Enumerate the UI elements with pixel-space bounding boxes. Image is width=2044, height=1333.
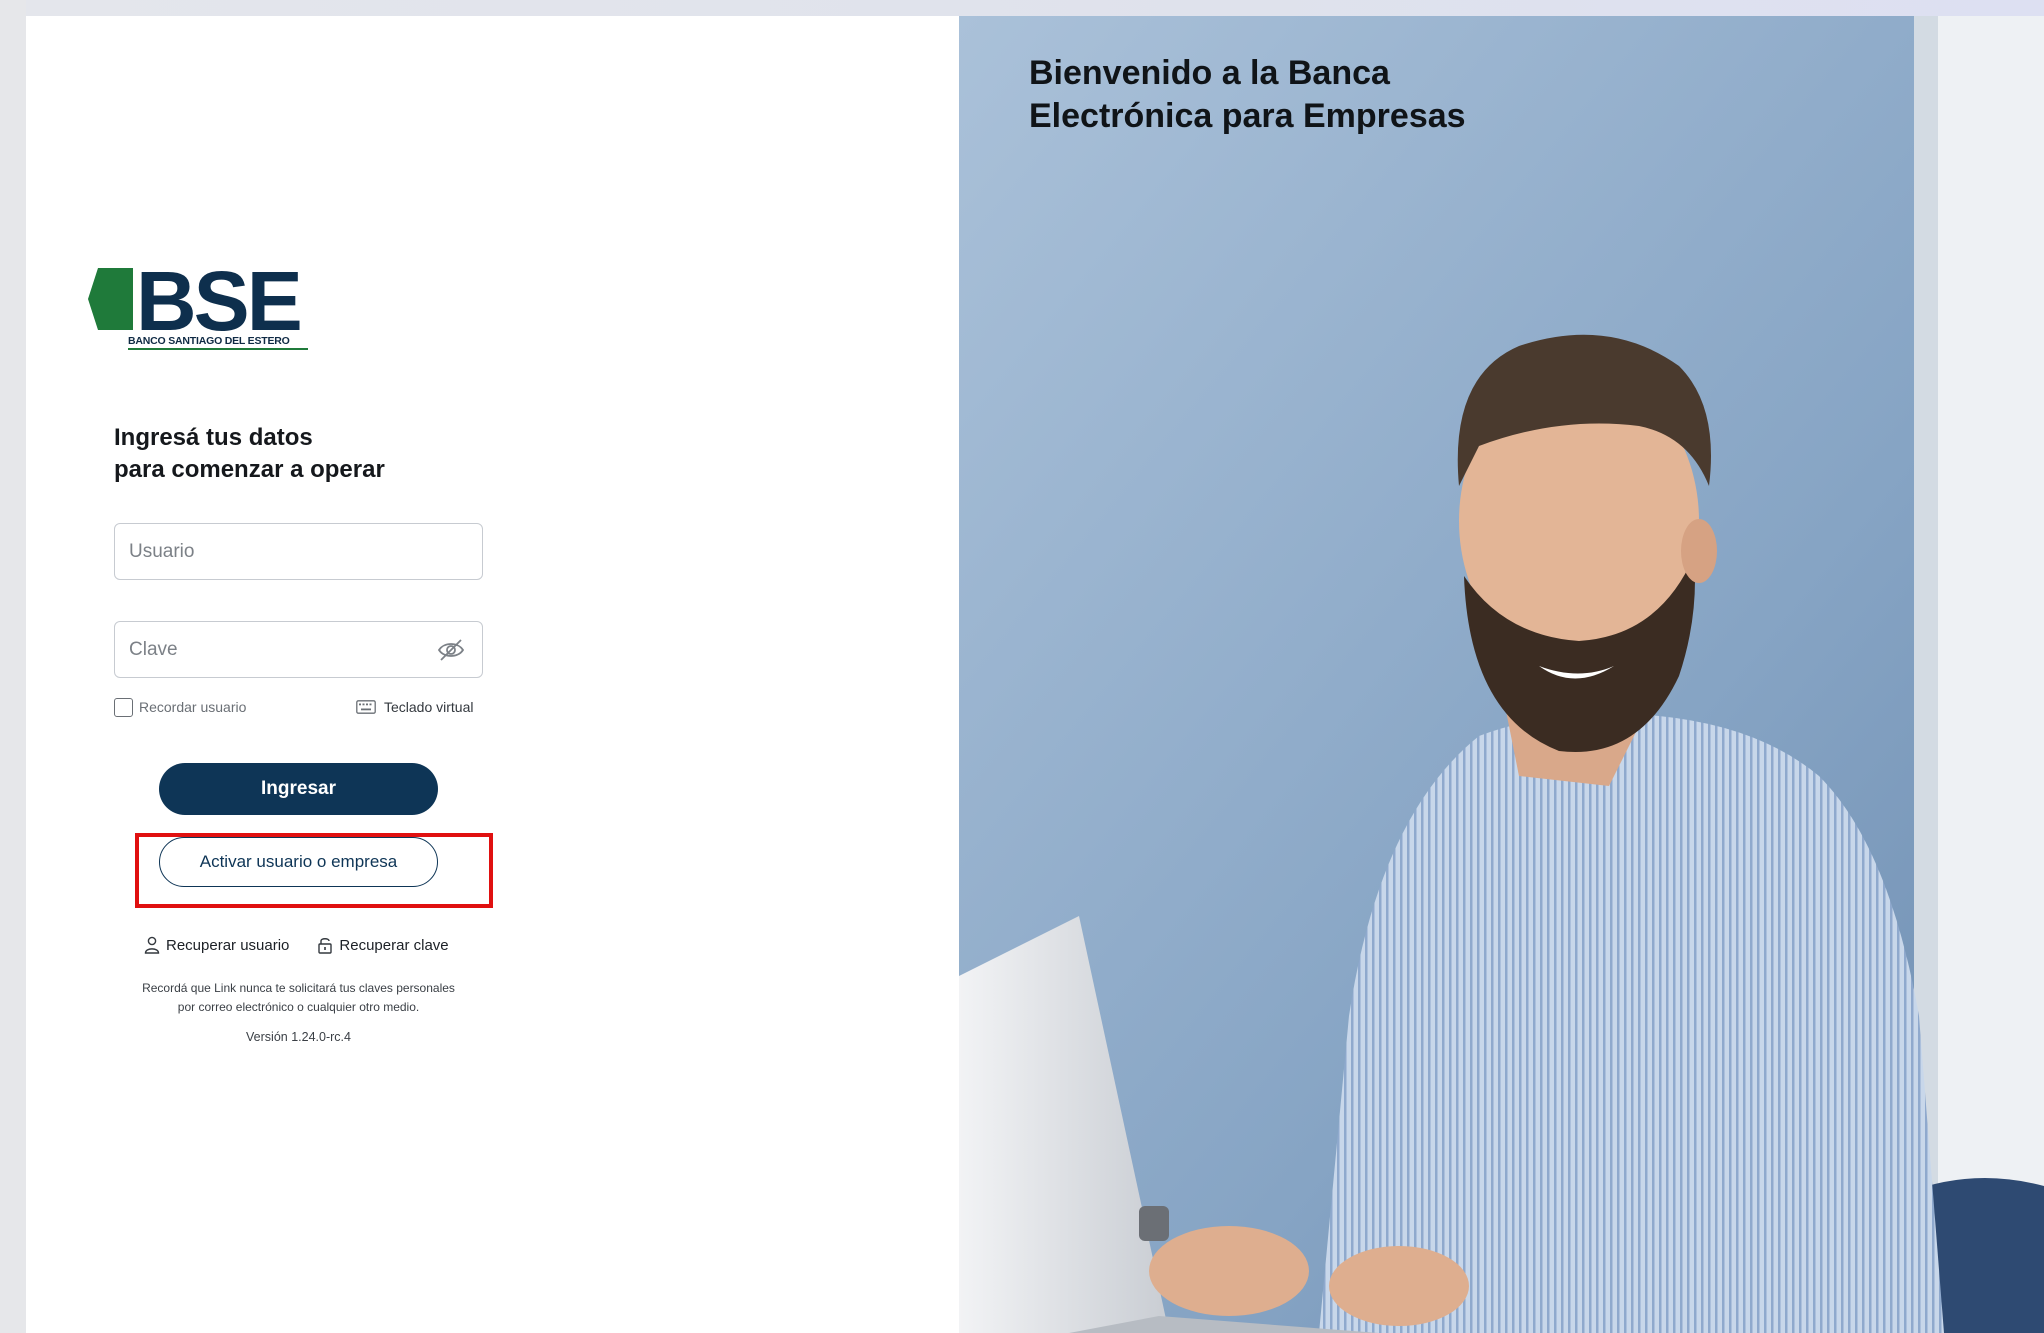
logo-text: BSE <box>136 254 300 348</box>
remember-user[interactable]: Recordar usuario <box>114 696 246 718</box>
keyboard-icon <box>356 700 376 714</box>
form-headline: Ingresá tus datos para comenzar a operar <box>114 422 385 486</box>
eye-slash-icon[interactable] <box>436 638 466 662</box>
hero-panel: Bienvenido a la Banca Electrónica para E… <box>959 16 2044 1333</box>
remember-label: Recordar usuario <box>139 699 247 715</box>
recover-password-label: Recuperar clave <box>339 936 449 954</box>
logo-caption: BANCO SANTIAGO DEL ESTERO <box>128 335 308 350</box>
left-gutter <box>0 0 26 1333</box>
notice-line-2: por correo electrónico o cualquier otro … <box>177 1000 420 1014</box>
headline-line-2: para comenzar a operar <box>114 456 385 483</box>
remember-checkbox[interactable] <box>114 697 133 717</box>
hero-photo <box>959 16 2044 1333</box>
hero-title-line-1: Bienvenido a la Banca <box>1029 54 1390 92</box>
virtual-keyboard-label: Teclado virtual <box>384 699 474 715</box>
activate-account-button[interactable]: Activar usuario o empresa <box>159 837 438 887</box>
recovery-links: Recuperar usuario Recuperar clave <box>144 932 464 958</box>
username-field[interactable] <box>114 523 483 580</box>
recover-password-link[interactable]: Recuperar clave <box>317 936 449 954</box>
virtual-keyboard-toggle[interactable]: Teclado virtual <box>356 696 474 718</box>
security-notice: Recordá que Link nunca te solicitará tus… <box>114 979 483 1017</box>
window-top-strip <box>0 0 2044 16</box>
hero-title: Bienvenido a la Banca Electrónica para E… <box>1029 52 1649 138</box>
username-input[interactable] <box>115 524 482 579</box>
password-field[interactable] <box>114 621 483 678</box>
app-version: Versión 1.24.0-rc.4 <box>246 1030 351 1044</box>
notice-line-1: Recordá que Link nunca te solicitará tus… <box>142 981 455 995</box>
password-input[interactable] <box>115 622 482 677</box>
headline-line-1: Ingresá tus datos <box>114 424 313 451</box>
login-button[interactable]: Ingresar <box>159 763 438 815</box>
user-icon <box>144 936 160 954</box>
hero-title-line-2: Electrónica para Empresas <box>1029 97 1466 135</box>
recover-user-label: Recuperar usuario <box>166 936 290 954</box>
lock-icon <box>318 938 333 954</box>
hero-right-edge <box>1934 16 2044 1333</box>
recover-user-link[interactable]: Recuperar usuario <box>144 936 289 954</box>
